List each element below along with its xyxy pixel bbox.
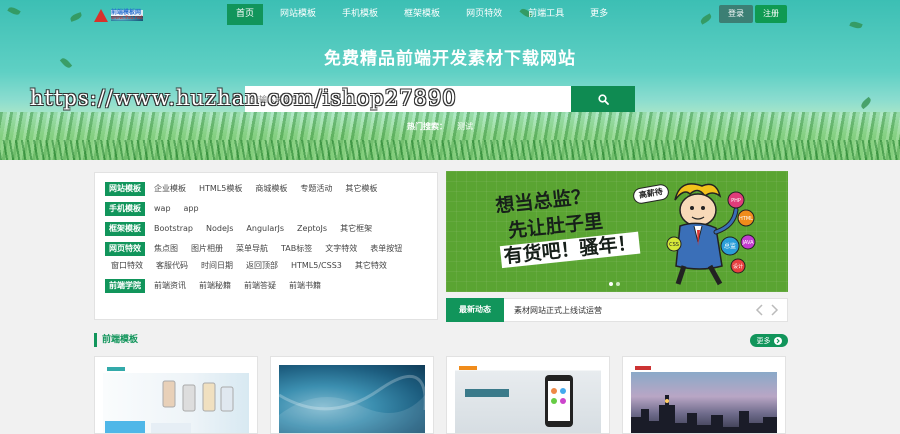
template-card[interactable] xyxy=(446,356,610,434)
balloon-label: 总监 xyxy=(724,242,736,250)
category-link[interactable]: 客服代码 xyxy=(156,259,188,273)
prev-button[interactable] xyxy=(755,303,765,317)
phone-product-image xyxy=(103,365,249,433)
arrow-right-icon xyxy=(773,336,782,345)
news-arrows xyxy=(751,303,779,317)
leaf-decoration xyxy=(859,96,873,110)
balloon-label: JAVA xyxy=(741,240,754,246)
category-link[interactable]: 前端答疑 xyxy=(244,279,276,293)
category-row: 网页特效 焦点图 图片相册 菜单导航 TAB标签 文字特效 表单按钮 xyxy=(105,242,437,256)
hero-title: 免费精品前端开发素材下载网站 xyxy=(324,49,576,69)
nav-item-more[interactable]: 更多 xyxy=(581,4,617,25)
app-promo-image xyxy=(459,366,573,427)
category-link[interactable]: 表单按钮 xyxy=(370,242,402,256)
template-thumbnail xyxy=(103,365,249,433)
category-tag[interactable]: 前端学院 xyxy=(105,279,145,293)
category-link[interactable]: 其它特效 xyxy=(355,259,387,273)
carousel-dots xyxy=(609,282,623,286)
category-link[interactable]: 前端书籍 xyxy=(289,279,321,293)
balloon-label: HTML xyxy=(739,216,753,222)
category-row: 前端学院 前端资讯 前端秘籍 前端答疑 前端书籍 xyxy=(105,279,437,293)
category-link[interactable]: HTML5/CSS3 xyxy=(291,259,342,273)
category-link[interactable]: 焦点图 xyxy=(154,242,178,256)
category-link[interactable]: 商城模板 xyxy=(255,182,287,196)
category-link[interactable]: 前端资讯 xyxy=(154,279,186,293)
category-link[interactable]: 图片相册 xyxy=(191,242,223,256)
hot-search-link[interactable]: 测试 xyxy=(457,122,473,131)
nav-item-web-effects[interactable]: 网页特效 xyxy=(457,4,511,25)
search-icon xyxy=(597,93,609,105)
nav-item-home[interactable]: 首页 xyxy=(227,4,264,25)
category-link[interactable]: TAB标签 xyxy=(281,242,312,256)
more-button-label: 更多 xyxy=(756,336,771,345)
balloon-label: CSS xyxy=(669,242,679,248)
banner-slogan: 想当总监？ 先让肚子里 有货吧！骚年！ xyxy=(494,180,641,271)
logo-text: 前端模板网 www.ifsu.net xyxy=(111,9,144,21)
news-headline[interactable]: 素材网站正式上线试运营 xyxy=(514,305,751,316)
template-thumbnail xyxy=(455,365,601,433)
category-link[interactable]: 时间日期 xyxy=(201,259,233,273)
category-tag[interactable]: 框架模板 xyxy=(105,222,145,236)
balloon-label: PHP xyxy=(731,198,741,204)
more-button[interactable]: 更多 xyxy=(750,334,788,347)
cartoon-figure-illustration: PHP HTML 总监 JAVA CSS 设计 xyxy=(666,183,756,286)
logo-subtitle: www.ifsu.net xyxy=(111,14,144,21)
news-bar: 最新动态 素材网站正式上线试运营 xyxy=(446,298,788,322)
section-title: 前端模板 xyxy=(94,333,138,347)
next-button[interactable] xyxy=(769,303,779,317)
category-link[interactable]: 窗口特效 xyxy=(111,259,143,273)
category-link[interactable]: 其它模板 xyxy=(345,182,377,196)
category-panel: 网站模板 企业模板 HTML5模板 商城模板 专题活动 其它模板 手机模板 wa… xyxy=(94,172,438,320)
site-logo[interactable]: 前端模板网 www.ifsu.net xyxy=(94,7,164,23)
nav-item-site-templates[interactable]: 网站模板 xyxy=(271,4,325,25)
grass-decoration xyxy=(0,140,900,160)
category-row: 框架模板 Bootstrap NodeJs AngularJs ZeptoJs … xyxy=(105,222,437,236)
category-link[interactable]: NodeJs xyxy=(206,222,233,236)
template-card[interactable] xyxy=(94,356,258,434)
chevron-right-icon xyxy=(771,304,779,316)
news-tag: 最新动态 xyxy=(446,298,504,322)
category-link[interactable]: app xyxy=(184,202,199,216)
category-link[interactable]: Bootstrap xyxy=(154,222,193,236)
logo-mark-icon xyxy=(94,8,108,22)
category-link[interactable]: HTML5模板 xyxy=(199,182,242,196)
template-card[interactable] xyxy=(622,356,786,434)
category-row: 窗口特效 客服代码 时间日期 返回顶部 HTML5/CSS3 其它特效 xyxy=(105,259,437,273)
category-link[interactable]: 返回顶部 xyxy=(246,259,278,273)
category-link[interactable]: 企业模板 xyxy=(154,182,186,196)
top-navigation: 前端模板网 www.ifsu.net 首页 网站模板 手机模板 框架模板 网页特… xyxy=(0,0,900,28)
search-button[interactable] xyxy=(571,86,635,112)
category-link[interactable]: ZeptoJs xyxy=(297,222,327,236)
register-button[interactable]: 注册 xyxy=(755,5,787,23)
category-tag[interactable]: 网页特效 xyxy=(105,242,145,256)
category-link[interactable]: wap xyxy=(154,202,171,216)
category-link[interactable]: 前端秘籍 xyxy=(199,279,231,293)
main-nav: 首页 网站模板 手机模板 框架模板 网页特效 前端工具 更多 xyxy=(227,4,625,25)
chevron-left-icon xyxy=(755,304,763,316)
city-skyline-image xyxy=(631,366,777,433)
category-link[interactable]: AngularJs xyxy=(246,222,284,236)
carousel-dot[interactable] xyxy=(616,282,620,286)
nav-item-frontend-tools[interactable]: 前端工具 xyxy=(519,4,573,25)
hot-searches: 热门搜索： 测试 xyxy=(407,121,473,132)
watermark-text: https://www.huzhan.com/ishop27890 xyxy=(30,86,457,110)
category-link[interactable]: 专题活动 xyxy=(300,182,332,196)
category-link[interactable]: 文字特效 xyxy=(325,242,357,256)
category-row: 手机模板 wap app xyxy=(105,202,437,216)
carousel-dot[interactable] xyxy=(609,282,613,286)
category-row: 网站模板 企业模板 HTML5模板 商城模板 专题活动 其它模板 xyxy=(105,182,437,196)
template-thumbnail xyxy=(631,365,777,433)
nav-item-framework-templates[interactable]: 框架模板 xyxy=(395,4,449,25)
category-tag[interactable]: 手机模板 xyxy=(105,202,145,216)
login-button[interactable]: 登录 xyxy=(719,5,753,23)
ocean-wave-image xyxy=(279,374,425,433)
category-link[interactable]: 菜单导航 xyxy=(236,242,268,256)
template-thumbnail xyxy=(279,365,425,433)
category-link[interactable]: 其它框架 xyxy=(340,222,372,236)
template-card[interactable] xyxy=(270,356,434,434)
hot-searches-label: 热门搜索： xyxy=(407,122,447,131)
nav-item-mobile-templates[interactable]: 手机模板 xyxy=(333,4,387,25)
category-tag[interactable]: 网站模板 xyxy=(105,182,145,196)
balloon-label: 设计 xyxy=(733,263,743,270)
